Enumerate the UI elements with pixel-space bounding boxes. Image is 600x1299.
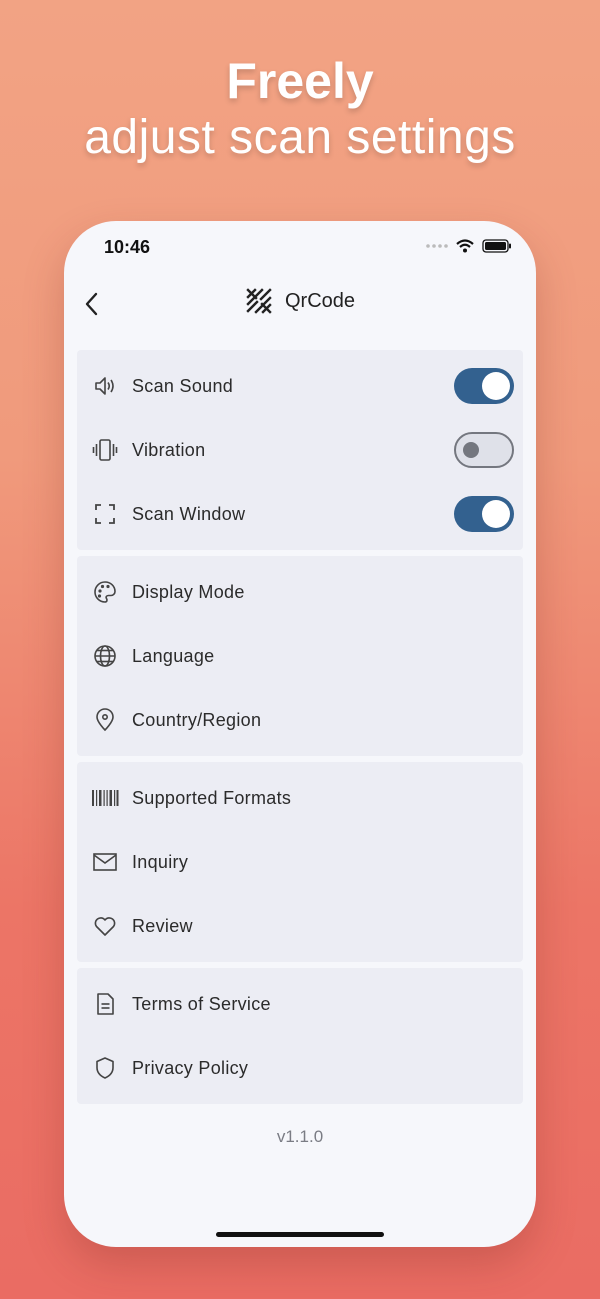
qrcode-logo-icon	[246, 288, 272, 314]
review-row[interactable]: Review	[77, 894, 523, 958]
speaker-icon	[91, 372, 119, 400]
barcode-icon	[91, 784, 119, 812]
privacy-row[interactable]: Privacy Policy	[77, 1036, 523, 1100]
supported-formats-row[interactable]: Supported Formats	[77, 766, 523, 830]
globe-icon	[91, 642, 119, 670]
heart-icon	[91, 912, 119, 940]
country-region-label: Country/Region	[132, 709, 262, 730]
supported-formats-label: Supported Formats	[132, 787, 292, 808]
shield-icon	[91, 1054, 119, 1082]
toggle-settings-group: Scan Sound Vibration Scan Window	[77, 350, 523, 550]
scan-window-row[interactable]: Scan Window	[77, 482, 523, 546]
battery-icon	[482, 239, 511, 253]
country-region-row[interactable]: Country/Region	[77, 688, 523, 752]
hero-subtitle: adjust scan settings	[84, 111, 516, 164]
preferences-group: Display Mode Language Country/Region	[77, 556, 523, 756]
inquiry-label: Inquiry	[132, 851, 189, 872]
legal-group: Terms of Service Privacy Policy	[77, 968, 523, 1104]
language-label: Language	[132, 645, 215, 666]
wifi-icon	[456, 239, 474, 253]
status-time: 10:46	[104, 237, 151, 257]
language-row[interactable]: Language	[77, 624, 523, 688]
location-pin-icon	[91, 706, 119, 734]
nav-bar: QrCode	[64, 287, 536, 321]
terms-row[interactable]: Terms of Service	[77, 972, 523, 1036]
display-mode-row[interactable]: Display Mode	[77, 560, 523, 624]
vibration-icon	[91, 436, 119, 464]
privacy-label: Privacy Policy	[132, 1057, 249, 1078]
terms-label: Terms of Service	[132, 993, 271, 1014]
status-bar: 10:46	[64, 235, 536, 259]
nav-title-text: QrCode	[284, 289, 356, 312]
hero-heading: Freely adjust scan settings	[0, 52, 600, 166]
scan-frame-icon	[91, 500, 119, 528]
scan-sound-toggle[interactable]	[454, 368, 514, 404]
inquiry-row[interactable]: Inquiry	[77, 830, 523, 894]
document-icon	[91, 990, 119, 1018]
review-label: Review	[132, 915, 193, 936]
toggle-knob	[482, 372, 510, 400]
home-indicator	[216, 1232, 384, 1237]
version-text: v1.1.0	[276, 1127, 324, 1146]
vibration-toggle[interactable]	[454, 432, 514, 468]
mail-icon	[91, 848, 119, 876]
display-mode-label: Display Mode	[132, 581, 245, 602]
palette-icon	[91, 578, 119, 606]
phone-screen: 10:46 QrCode Scan Sound Vibration Scan W…	[64, 221, 536, 1247]
scan-sound-row[interactable]: Scan Sound	[77, 354, 523, 418]
support-group: Supported Formats Inquiry Review	[77, 762, 523, 962]
vibration-row[interactable]: Vibration	[77, 418, 523, 482]
scan-sound-label: Scan Sound	[132, 375, 234, 396]
vibration-label: Vibration	[132, 439, 206, 460]
scan-window-label: Scan Window	[132, 503, 246, 524]
hero-title: Freely	[226, 53, 374, 109]
status-icons	[426, 239, 512, 253]
scan-window-toggle[interactable]	[454, 496, 514, 532]
app-title: QrCode	[64, 287, 536, 315]
toggle-knob	[463, 442, 479, 458]
toggle-knob	[482, 500, 510, 528]
signal-icon	[426, 244, 448, 248]
